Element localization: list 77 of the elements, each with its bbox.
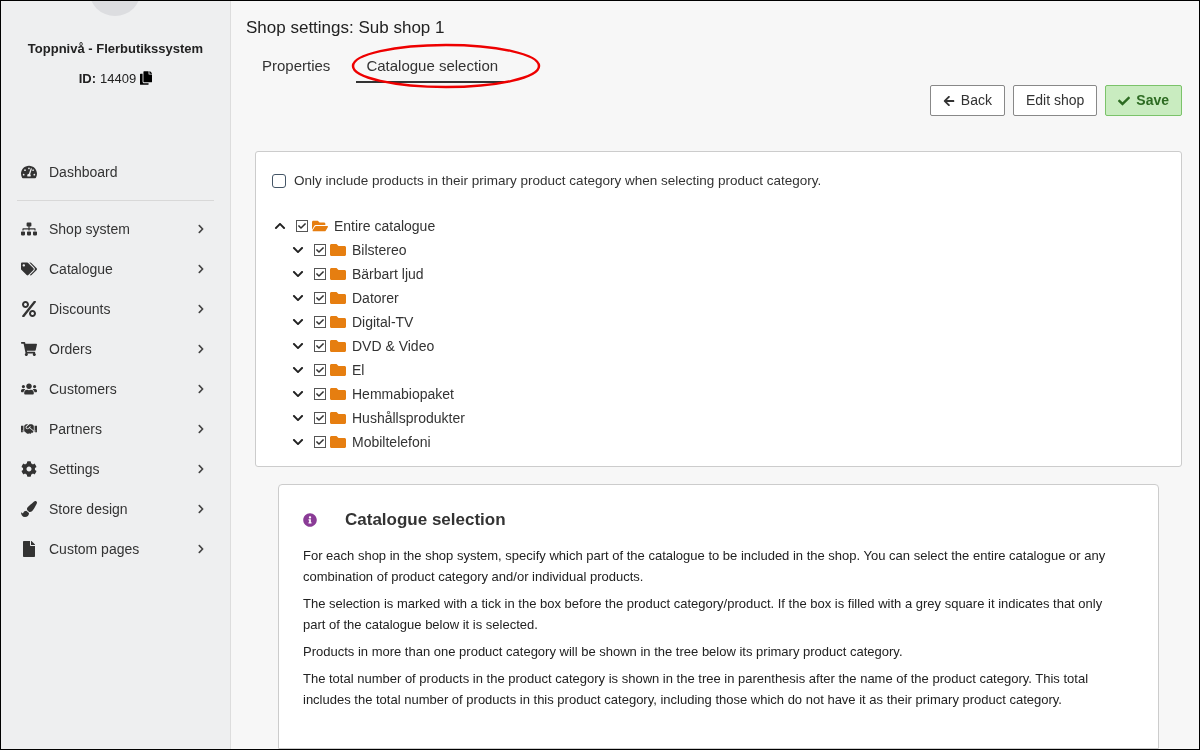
option-label: Only include products in their primary product category when selecting product category. <box>294 172 822 190</box>
chevron-right-icon <box>196 224 206 234</box>
chevron-right-icon <box>196 544 206 554</box>
tree-label[interactable]: Bärbart ljud <box>352 263 424 285</box>
folder-icon <box>330 362 346 379</box>
page-title: Shop settings: Sub shop 1 <box>246 17 446 39</box>
tags-icon <box>21 261 37 277</box>
copy-icon[interactable] <box>140 71 153 86</box>
edit-button[interactable]: Edit shop <box>1012 85 1098 116</box>
folder-icon <box>330 434 346 451</box>
chevron-right-icon <box>196 304 206 314</box>
tree-label[interactable]: Bilstereo <box>352 239 407 261</box>
arrow-left-icon <box>942 94 955 107</box>
checkbox[interactable] <box>314 244 326 257</box>
tree-label[interactable]: DVD & Video <box>352 335 435 357</box>
info-paragraph: Products in more than one product category will be shown in the tree below its primary product category. <box>303 642 904 661</box>
tree-label[interactable]: Hushållsprodukter <box>352 407 465 429</box>
folder-icon <box>330 290 346 307</box>
chevron-right-icon <box>196 344 206 354</box>
info-title: Catalogue selection <box>345 509 506 532</box>
chevron-right-icon <box>196 384 206 394</box>
checkbox[interactable] <box>314 316 326 329</box>
nav-item[interactable]: Custom pages <box>1 529 230 569</box>
chevron-right-icon <box>196 464 206 474</box>
id-value: 14409 <box>100 69 137 88</box>
tree-label[interactable]: Mobiltelefoni <box>352 431 431 453</box>
tab[interactable]: Properties <box>252 54 341 83</box>
brush-icon <box>21 501 37 517</box>
cart-icon <box>21 341 37 357</box>
checkbox[interactable] <box>296 220 308 233</box>
chevron-right-icon <box>196 504 206 514</box>
handshake-icon <box>21 421 37 437</box>
checkbox[interactable] <box>314 436 326 449</box>
save-button[interactable]: Save <box>1105 85 1182 116</box>
tree-label[interactable]: Entire catalogue <box>334 215 436 237</box>
chevron-right-icon <box>196 264 206 274</box>
checkbox[interactable] <box>314 412 326 425</box>
id-label: ID: <box>78 69 97 88</box>
nav-item[interactable]: Partners <box>1 409 230 449</box>
info-icon <box>303 513 317 527</box>
nav-item[interactable]: Customers <box>1 369 230 409</box>
checkbox[interactable] <box>314 340 326 353</box>
check-icon <box>1118 94 1131 107</box>
tree-label[interactable]: Datorer <box>352 287 399 309</box>
nav-item[interactable]: Orders <box>1 329 230 369</box>
users-icon <box>21 381 37 397</box>
folder-icon <box>330 410 346 427</box>
percent-icon <box>21 301 37 317</box>
nav-item[interactable]: Shop system <box>1 209 230 249</box>
checkbox[interactable] <box>314 292 326 305</box>
checkbox[interactable] <box>314 364 326 377</box>
info-paragraph: The selection is marked with a tick in the box before the product category/product. If the box is filled with a grey square it indicates that only part of the catalogue below it is selected. <box>303 594 1104 634</box>
folder-icon <box>330 338 346 355</box>
folder-icon <box>330 242 346 259</box>
info-paragraph: The total number of products in the product category is shown in the tree in parenthesis after the name of the product category. This total includes the total number of products in this product category, including those which do not have it as their primary product category. <box>303 669 1089 709</box>
back-button[interactable]: Back <box>929 85 1005 116</box>
tree-label[interactable]: Hemmabiopaket <box>352 383 454 405</box>
file-icon <box>21 541 37 557</box>
nav-item[interactable]: Settings <box>1 449 230 489</box>
nav-item[interactable]: Catalogue <box>1 249 230 289</box>
settings-icon <box>21 461 37 477</box>
tree-label[interactable]: El <box>352 359 365 381</box>
nav-item[interactable]: Store design <box>1 489 230 529</box>
shop-name: Toppnivå - Flerbutikssystem <box>26 40 205 58</box>
dashboard-icon <box>21 164 37 180</box>
checkbox[interactable] <box>314 268 326 281</box>
folder-icon <box>330 266 346 283</box>
folder-icon <box>330 314 346 331</box>
tree-label[interactable]: Digital-TV <box>352 311 414 333</box>
nav-item[interactable]: Dashboard <box>1 152 230 192</box>
checkbox[interactable] <box>314 388 326 401</box>
info-paragraph: For each shop in the shop system, specify which part of the catalogue to be included in the shop. You can select the entire catalogue or any combination of product category and/or individual products. <box>303 546 1107 586</box>
checkbox[interactable] <box>272 174 286 189</box>
folder-icon <box>330 386 346 403</box>
sitemap-icon <box>21 221 37 237</box>
chevron-right-icon <box>196 424 206 434</box>
nav-item[interactable]: Discounts <box>1 289 230 329</box>
